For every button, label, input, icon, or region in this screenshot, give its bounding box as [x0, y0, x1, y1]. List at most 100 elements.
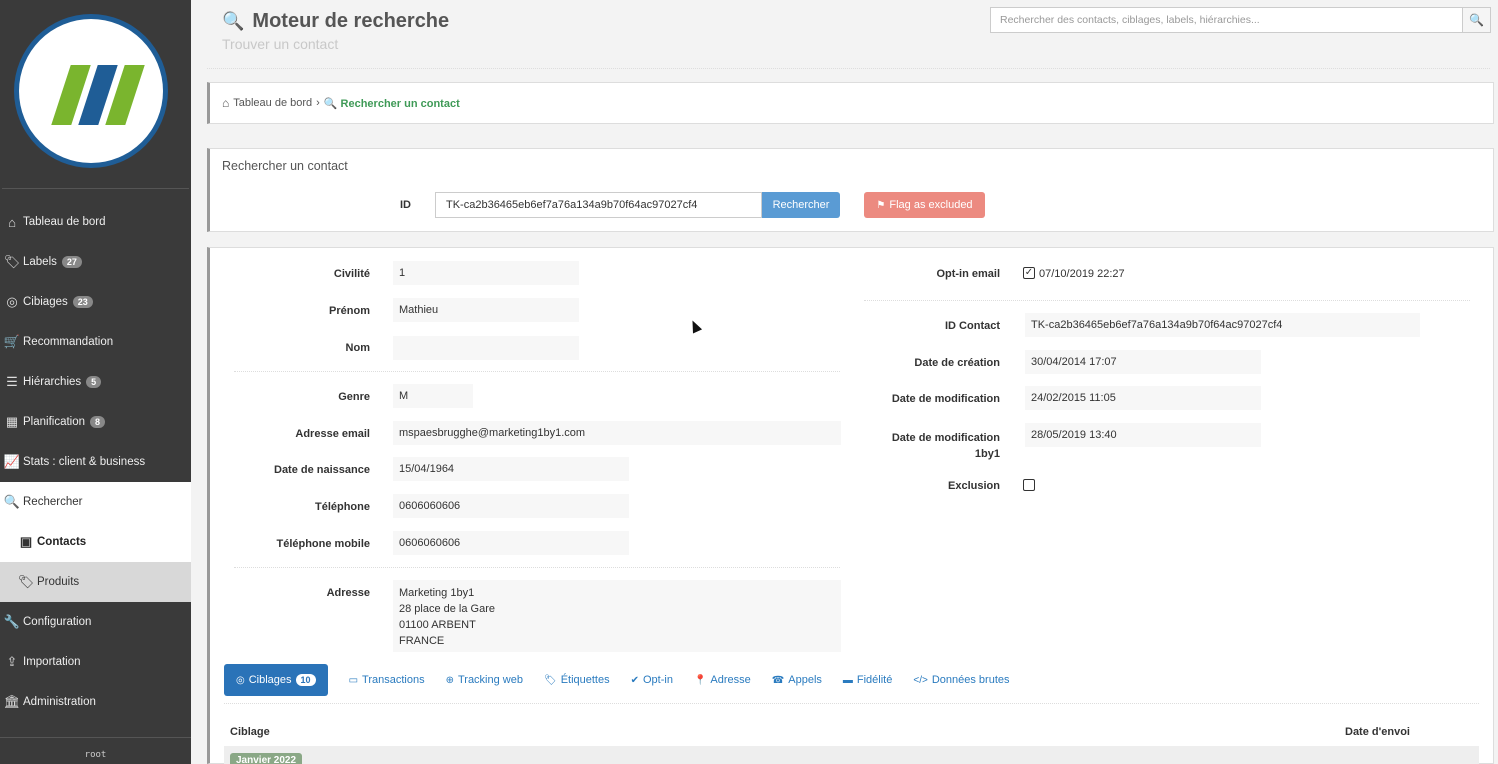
sidebar-item-administration[interactable]: 🏛 Administration: [0, 682, 191, 722]
sidebar-item-produits[interactable]: 🏷 Produits: [0, 562, 191, 602]
contact-tabs: ◎ Ciblages 10 ▭ Transactions ⊕ Tracking …: [224, 664, 1031, 696]
tags-icon: 🏷: [17, 574, 35, 589]
col-header-ciblage[interactable]: Ciblage: [230, 726, 270, 738]
genre-value: M: [393, 384, 473, 408]
home-icon: ⌂: [8, 214, 16, 230]
breadcrumb-home-link[interactable]: Tableau de bord: [233, 97, 312, 109]
id-contact-value: TK-ca2b36465eb6ef7a76a134a9b70f64ac97027…: [1025, 313, 1420, 337]
tab-ciblages[interactable]: ◎ Ciblages 10: [224, 664, 328, 696]
email-label: Adresse email: [295, 428, 370, 440]
sidebar-item-label: Hiérarchies: [23, 376, 82, 388]
prenom-value: Mathieu: [393, 298, 579, 322]
section-divider: [864, 300, 1470, 301]
cart-icon: 🛒: [3, 334, 21, 349]
logo[interactable]: [14, 14, 168, 168]
tab-fidelite[interactable]: ▬ Fidélité: [843, 674, 892, 686]
nom-value: [393, 336, 579, 360]
tab-label: Fidélité: [856, 674, 893, 686]
modification-label: Date de modification: [891, 393, 1000, 405]
search-button[interactable]: Rechercher: [762, 192, 840, 218]
tab-label: Opt-in: [643, 674, 673, 686]
id-label: ID: [400, 199, 411, 211]
contact-id-input[interactable]: TK-ca2b36465eb6ef7a76a134a9b70f64ac97027…: [435, 192, 762, 218]
label-line: 1by1: [974, 448, 1000, 460]
search-icon: 🔍: [1469, 13, 1484, 27]
sidebar-item-label: Configuration: [23, 616, 92, 628]
sidebar-item-hierarchies[interactable]: ☰ Hiérarchies 5: [0, 362, 191, 402]
sidebar-item-label: Produits: [37, 576, 80, 588]
modification-value: 24/02/2015 11:05: [1025, 386, 1261, 410]
sidebar-item-tableau-de-bord[interactable]: ⌂ Tableau de bord: [0, 202, 191, 242]
global-search-input[interactable]: Rechercher des contacts, ciblages, label…: [990, 7, 1463, 33]
optin-date: 07/10/2019 22:27: [1039, 268, 1125, 280]
naissance-label: Date de naissance: [274, 464, 370, 476]
sidebar-item-stats[interactable]: 📈 Stats : client & business: [0, 442, 191, 482]
target-icon: ◎: [6, 294, 18, 309]
sidebar-divider: [0, 737, 191, 738]
contact-detail-panel: Civilité 1 Prénom Mathieu Nom Genre M Ad…: [207, 247, 1494, 764]
tab-label: Appels: [788, 674, 822, 686]
count-badge: 23: [72, 296, 93, 308]
sidebar-item-configuration[interactable]: 🔧 Configuration: [0, 602, 191, 642]
col-header-date-envoi[interactable]: Date d'envoi: [1345, 726, 1410, 738]
tab-label: Données brutes: [931, 674, 1010, 686]
upload-icon: ⇪: [6, 654, 18, 669]
page-title-text: Moteur de recherche: [252, 10, 450, 32]
panel-title: Rechercher un contact: [222, 159, 348, 173]
sidebar-item-label: Rechercher: [23, 496, 83, 508]
mobile-value: 0606060606: [393, 531, 629, 555]
tab-label: Transactions: [362, 674, 425, 686]
section-divider: [234, 371, 840, 372]
calendar-icon: ▦: [5, 414, 19, 429]
table-row[interactable]: [224, 746, 1479, 764]
sidebar-item-label: Administration: [23, 696, 96, 708]
optin-label: Opt-in email: [936, 268, 1000, 280]
global-search-button[interactable]: 🔍: [1462, 7, 1491, 33]
sidebar-divider: [2, 188, 189, 189]
naissance-value: 15/04/1964: [393, 457, 629, 481]
modification-1by1-label: Date de modification 1by1: [850, 430, 1000, 462]
map-marker-icon: 📍: [693, 674, 707, 686]
sidebar-item-contacts[interactable]: ▣ Contacts: [0, 522, 191, 562]
count-badge: 27: [61, 256, 82, 268]
sidebar-item-label: Cibiages: [23, 296, 68, 308]
id-contact-label: ID Contact: [945, 320, 1000, 332]
sidebar-item-label: Stats : client & business: [23, 456, 146, 468]
adresse-line: 28 place de la Gare: [399, 603, 496, 615]
sidebar: ⌂ Tableau de bord 🏷 Labels 27 ◎ Cibiages…: [0, 0, 191, 764]
tabs-divider: [224, 703, 1479, 704]
tab-donnees-brutes[interactable]: </> Données brutes: [913, 674, 1009, 686]
page-title: 🔍 Moteur de recherche: [222, 10, 449, 33]
breadcrumb: ⌂ Tableau de bord › 🔍 Rechercher un conta…: [207, 82, 1494, 124]
sidebar-item-label: Planification: [23, 416, 86, 428]
exclusion-checkbox[interactable]: [1023, 479, 1035, 491]
creation-label: Date de création: [914, 357, 1000, 369]
id-card-icon: ▣: [19, 534, 33, 549]
tab-tracking-web[interactable]: ⊕ Tracking web: [446, 674, 523, 686]
sidebar-item-cibiages[interactable]: ◎ Cibiages 23: [0, 282, 191, 322]
search-icon: 🔍: [3, 494, 21, 509]
tab-etiquettes[interactable]: 🏷 Étiquettes: [544, 674, 610, 686]
flag-excluded-button[interactable]: ⚑ Flag as excluded: [864, 192, 985, 218]
search-icon: 🔍: [323, 97, 338, 110]
chevron-right-icon: ›: [316, 97, 320, 109]
breadcrumb-current-label: Rechercher un contact: [340, 97, 460, 110]
sidebar-item-rechercher[interactable]: 🔍 Rechercher: [0, 482, 191, 522]
count-badge: 5: [86, 376, 102, 388]
civilite-value: 1: [393, 261, 579, 285]
sidebar-item-importation[interactable]: ⇪ Importation: [0, 642, 191, 682]
tab-opt-in[interactable]: ✔ Opt-in: [631, 674, 673, 686]
sidebar-item-planification[interactable]: ▦ Planification 8: [0, 402, 191, 442]
tab-adresse[interactable]: 📍 Adresse: [694, 674, 751, 686]
tab-transactions[interactable]: ▭ Transactions: [349, 674, 425, 686]
logo-mark: [19, 19, 163, 163]
adresse-line: 01100 ARBENT: [399, 619, 476, 631]
tab-appels[interactable]: ☎ Appels: [772, 674, 822, 686]
tags-icon: 🏷: [3, 254, 21, 269]
prenom-label: Prénom: [329, 305, 370, 317]
sidebar-item-recommandation[interactable]: 🛒 Recommandation: [0, 322, 191, 362]
optin-checkbox[interactable]: ✓: [1023, 267, 1035, 279]
sidebar-item-label: Importation: [23, 656, 81, 668]
sidebar-item-labels[interactable]: 🏷 Labels 27: [0, 242, 191, 282]
tab-label: Tracking web: [457, 674, 523, 686]
